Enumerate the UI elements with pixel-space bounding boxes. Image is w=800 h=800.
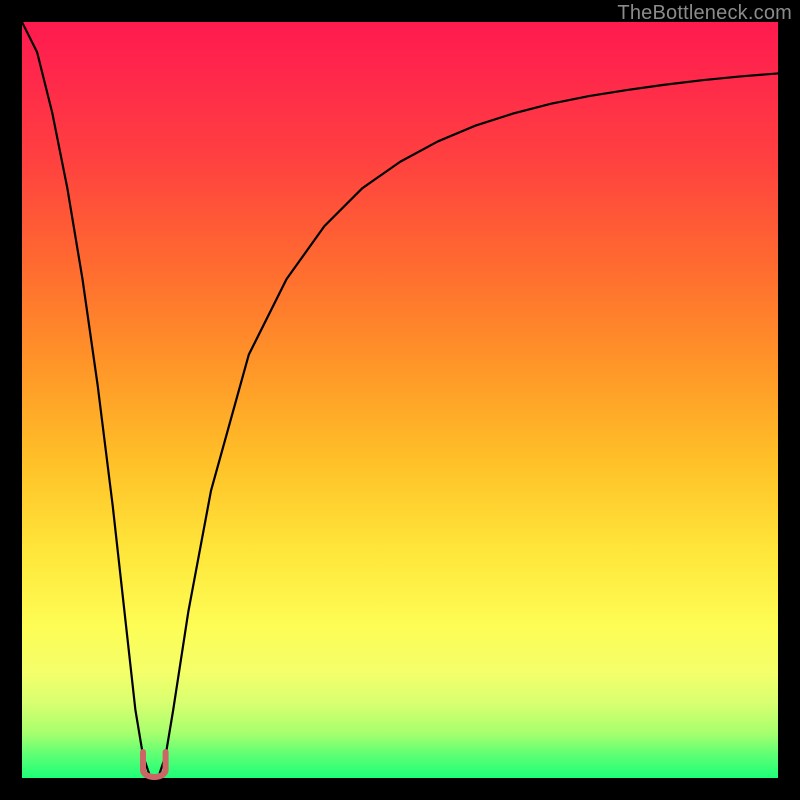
bottleneck-curve — [22, 22, 778, 778]
plot-area — [22, 22, 778, 778]
chart-svg — [22, 22, 778, 778]
chart-frame: TheBottleneck.com — [0, 0, 800, 800]
watermark-text: TheBottleneck.com — [617, 2, 792, 25]
